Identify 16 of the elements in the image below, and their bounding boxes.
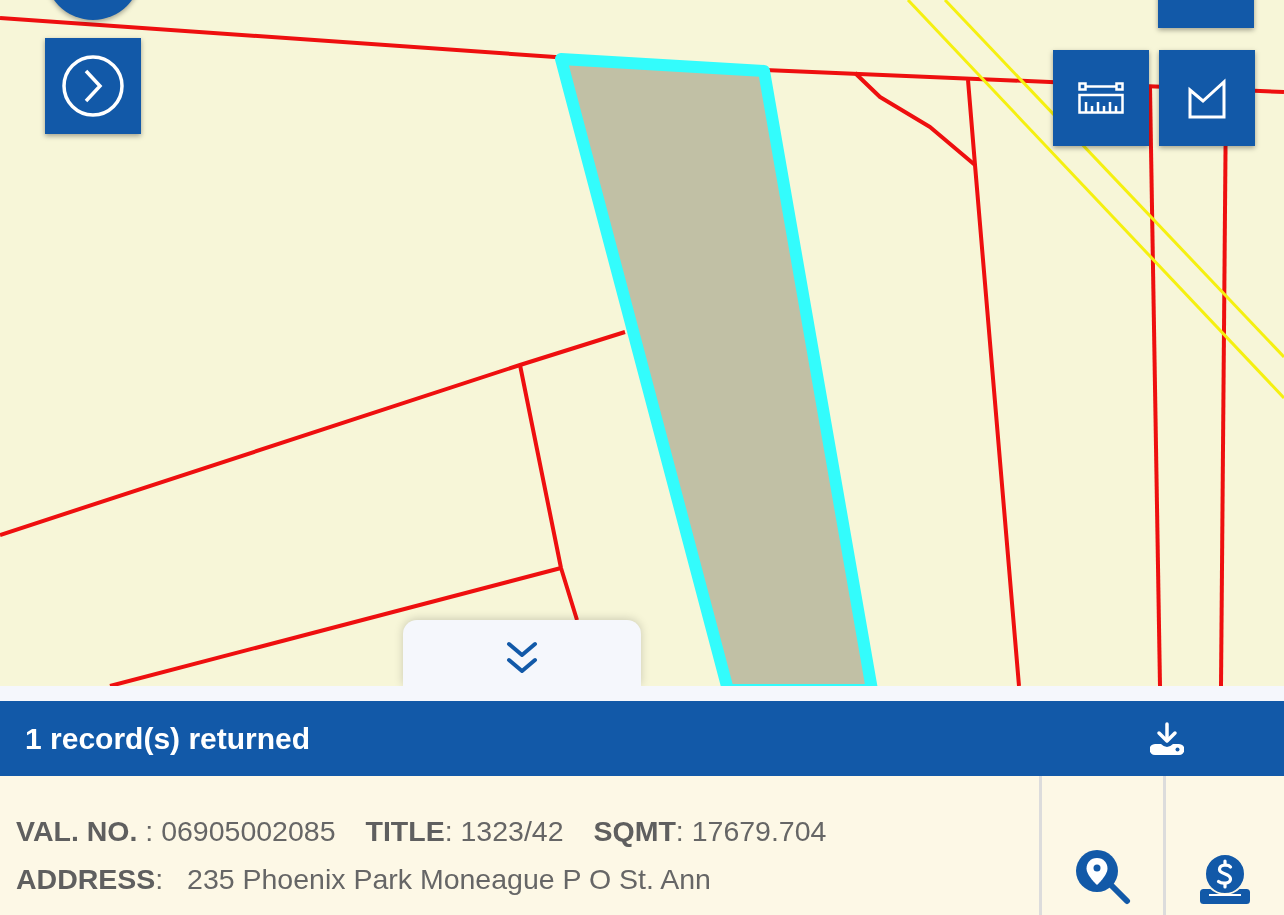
record-field: SQMT: 17679.704 bbox=[593, 813, 827, 849]
polygon-button[interactable] bbox=[1159, 50, 1255, 146]
results-count: 1 record(s) returned bbox=[24, 720, 311, 757]
dollar-coin-icon bbox=[1199, 853, 1251, 905]
polygon-icon bbox=[1188, 77, 1226, 119]
location-search-icon bbox=[1074, 849, 1131, 905]
chevron-circle-icon bbox=[62, 55, 124, 117]
download-button[interactable] bbox=[1150, 721, 1184, 756]
ruler-icon bbox=[1078, 82, 1124, 114]
measure-button[interactable] bbox=[1053, 50, 1149, 146]
record-field: TITLE: 1323/42 bbox=[365, 813, 564, 849]
record-field: VAL. NO. : 06905002085 bbox=[16, 813, 336, 849]
double-chevron-icon bbox=[506, 641, 538, 675]
forward-button[interactable] bbox=[45, 38, 141, 134]
download-icon bbox=[1150, 721, 1184, 756]
record-field: ADDRESS: 235 Phoenix Park Moneague P O St. Ann bbox=[16, 861, 711, 897]
